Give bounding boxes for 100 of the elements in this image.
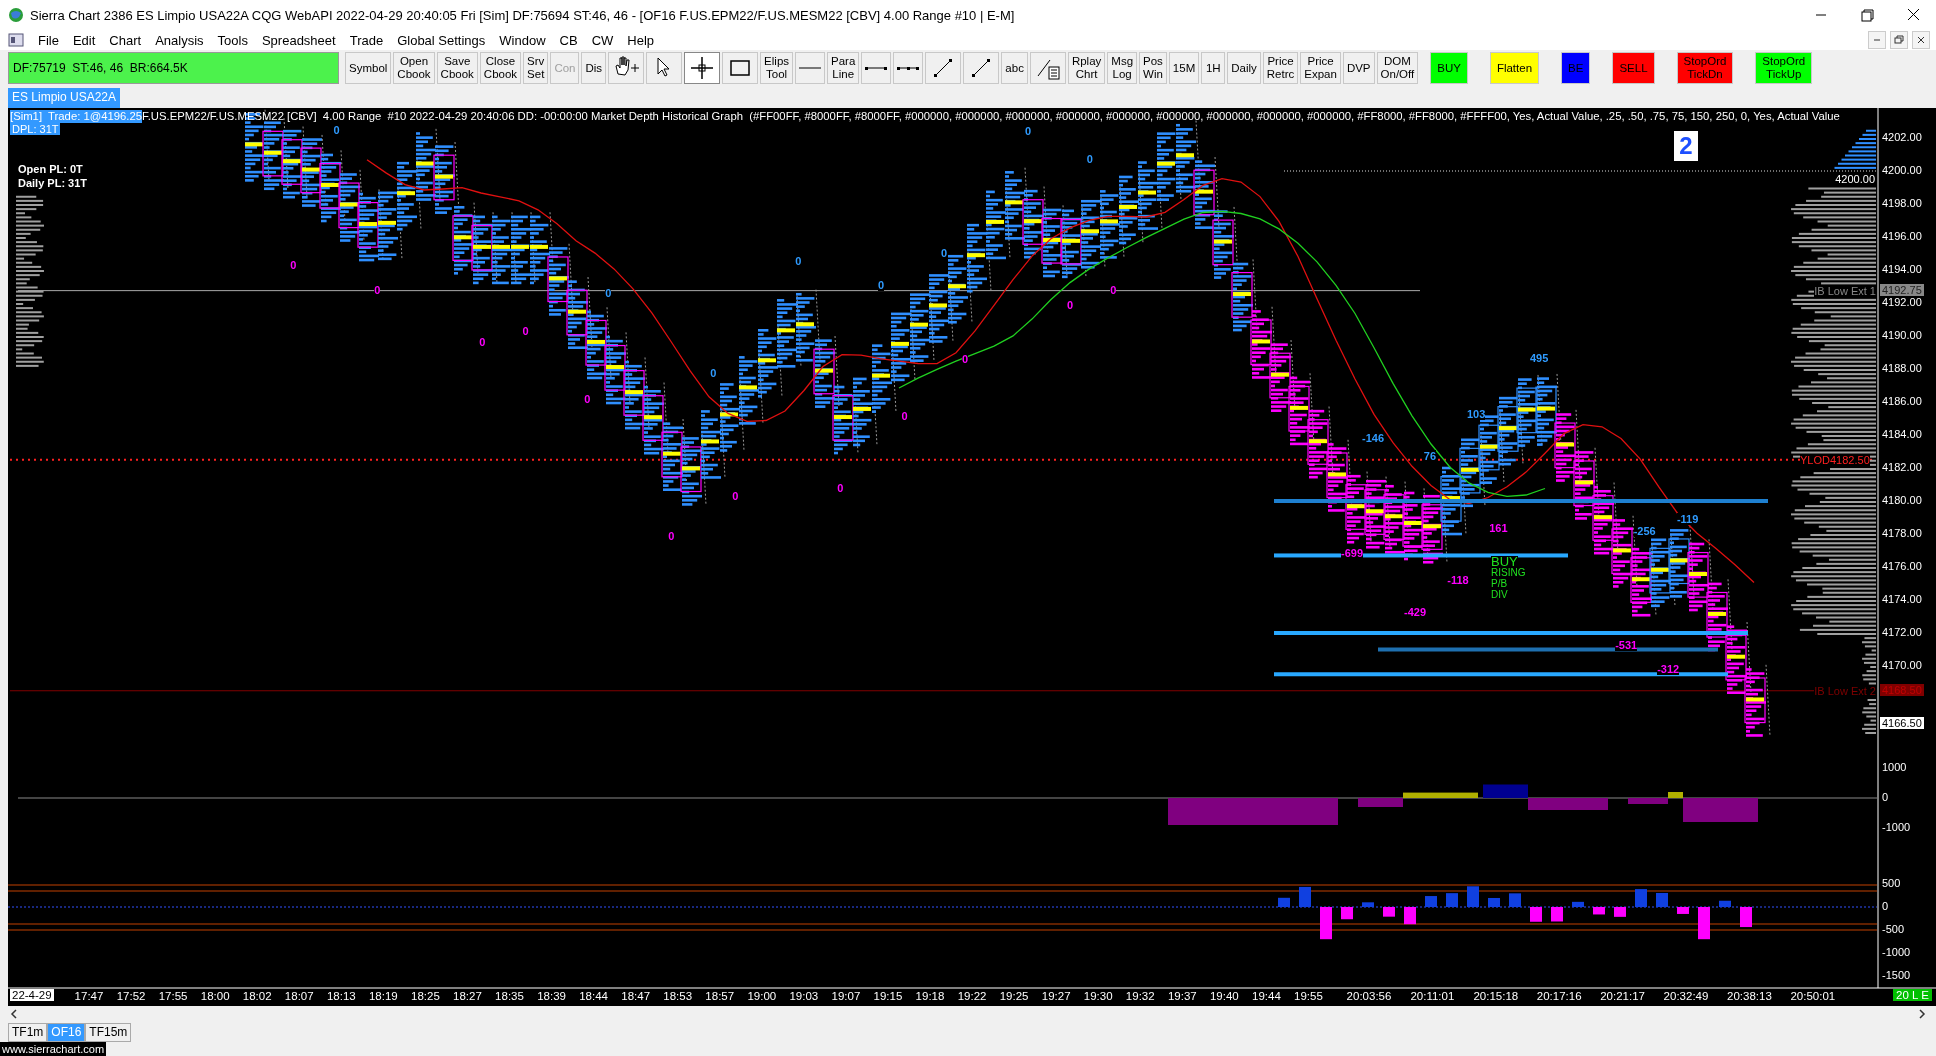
toolbar-button[interactable]: Save Cbook	[436, 52, 478, 84]
line-calculator-tool-button[interactable]	[1029, 52, 1066, 84]
axis-label: -1500	[1881, 969, 1912, 981]
close-button[interactable]	[1912, 31, 1930, 49]
toolbar-button[interactable]: Pos Win	[1139, 52, 1167, 84]
menu-item[interactable]: Window	[499, 32, 546, 48]
toolbar-button[interactable]: abc	[1001, 52, 1028, 84]
toolbar-button[interactable]: StopOrd TickDn	[1676, 52, 1734, 84]
axis-label: 4194.00	[1881, 263, 1923, 275]
toolbar-button[interactable]: Dis	[581, 52, 607, 84]
line-segment-tool-button[interactable]	[893, 52, 924, 84]
toolbar-button[interactable]: StopOrd TickUp	[1755, 52, 1813, 84]
price-marker: 4166.50	[1880, 716, 1924, 729]
delta-bar	[1635, 889, 1647, 907]
menu-item[interactable]: Help	[627, 32, 655, 48]
toolbar-button[interactable]: Flatten	[1489, 52, 1540, 84]
diagonal-line-tool-button[interactable]	[963, 52, 1000, 84]
time-axis-label: 19:25	[999, 990, 1029, 1002]
toolbar-button[interactable]: Daily	[1227, 52, 1261, 84]
delta-label: -531	[1615, 638, 1638, 651]
chart-tab[interactable]: TF1m	[8, 1023, 48, 1042]
menu-item[interactable]: Spreadsheet	[261, 32, 336, 48]
delta-label: 0	[901, 410, 908, 423]
delta-bar	[1593, 907, 1605, 915]
time-axis-label: 19:55	[1294, 990, 1323, 1002]
toolbar-button[interactable]: 1H	[1201, 52, 1226, 84]
delta-bar	[1740, 907, 1752, 928]
toolbar-button[interactable]: Open Cbook	[393, 52, 435, 84]
delta-bar	[1614, 907, 1626, 917]
minimize-button[interactable]	[1868, 31, 1886, 49]
time-axis-label: 20:17:16	[1536, 990, 1582, 1002]
delta-bar	[1488, 898, 1500, 907]
toolbar-button[interactable]: Price Retrc	[1262, 52, 1299, 84]
minimize-icon	[1815, 13, 1827, 17]
toolbar-button[interactable]: Msg Log	[1107, 52, 1138, 84]
axis-label: 4174.00	[1881, 593, 1923, 605]
axis-label: 4180.00	[1881, 494, 1923, 506]
delta-bar	[1572, 901, 1584, 907]
axis-label: 4202.00	[1881, 131, 1923, 143]
horizontal-line-tool-button[interactable]	[795, 52, 826, 84]
toolbar-button[interactable]: DVP	[1342, 52, 1375, 84]
signal-label: DIV	[1491, 589, 1508, 601]
menu-item[interactable]: Global Settings	[397, 32, 486, 48]
time-axis-label: 19:44	[1252, 990, 1281, 1002]
delta-bar	[1446, 893, 1458, 907]
axis-label: -500	[1881, 923, 1906, 935]
toolbar-button[interactable]: DOM On/Off	[1376, 52, 1419, 84]
delta-bar	[1509, 893, 1521, 907]
toolbar-button[interactable]: BUY	[1430, 52, 1468, 84]
axis-label: 4190.00	[1881, 329, 1923, 341]
rectangle-tool-button[interactable]	[722, 52, 759, 84]
axis-label: 0	[1881, 791, 1890, 803]
time-axis-label: 19:18	[915, 990, 945, 1002]
toolbar-button[interactable]: Close Cbook	[479, 52, 522, 84]
delta-label: 0	[1024, 124, 1032, 137]
delta-label: -699	[1341, 547, 1364, 560]
time-axis-label: 19:37	[1167, 990, 1197, 1002]
hand-tool-button[interactable]	[608, 52, 645, 84]
time-axis-label: 19:40	[1209, 990, 1239, 1002]
scroll-left-icon	[8, 1008, 20, 1020]
menu-item[interactable]: File	[38, 32, 59, 48]
menu-item[interactable]: Tools	[217, 32, 248, 48]
time-axis-label: 20:11:01	[1410, 990, 1455, 1002]
menu-item[interactable]: Chart	[109, 32, 142, 48]
menu-item[interactable]: Edit	[72, 32, 96, 48]
toolbar-button[interactable]: Elips Tool	[760, 52, 794, 84]
pl-label: Daily PL: 31T	[18, 177, 88, 189]
time-axis-label: 18:44	[579, 990, 608, 1002]
toolbar-button[interactable]: 15M	[1168, 52, 1200, 84]
delta-bar	[1530, 907, 1542, 922]
diagonal-line-tool-button[interactable]	[925, 52, 962, 84]
time-axis-label: 19:00	[747, 990, 777, 1002]
pointer-tool-button[interactable]	[646, 52, 683, 84]
menu-item[interactable]: CB	[559, 32, 578, 48]
toolbar-button[interactable]: Price Expan	[1300, 52, 1341, 84]
menu-item[interactable]: Trade	[349, 32, 384, 48]
delta-label: 0	[795, 254, 802, 267]
crosshair-tool-button[interactable]	[684, 52, 721, 84]
position-badge: 2	[1674, 131, 1698, 161]
delta-bar	[1320, 907, 1332, 940]
chart-tab[interactable]: TF15m	[85, 1023, 132, 1042]
time-axis-label: 17:47	[74, 990, 104, 1002]
delta-bar	[1299, 886, 1311, 907]
restore-button[interactable]	[1890, 31, 1908, 49]
time-axis-label: 19:30	[1083, 990, 1113, 1002]
menu-item[interactable]: Analysis	[155, 32, 204, 48]
toolbar-button[interactable]: Srv Set	[523, 52, 549, 84]
toolbar-button[interactable]: Symbol	[345, 52, 392, 84]
price-marker: 4168.50	[1880, 683, 1924, 696]
toolbar-button[interactable]: Rplay Chrt	[1067, 52, 1106, 84]
delta-bar	[1383, 907, 1395, 917]
menu-item[interactable]: CW	[591, 32, 614, 48]
time-axis-label: 18:35	[495, 990, 524, 1002]
toolbar-button[interactable]: SELL	[1612, 52, 1655, 84]
toolbar-button[interactable]: Para Line	[827, 52, 860, 84]
delta-bar	[1656, 892, 1668, 907]
time-axis-label: 19:03	[789, 990, 819, 1002]
line-segment-icon	[897, 65, 920, 71]
axis-label: 4198.00	[1881, 197, 1923, 209]
website-link[interactable]: www.sierrachart.com	[0, 1042, 107, 1056]
